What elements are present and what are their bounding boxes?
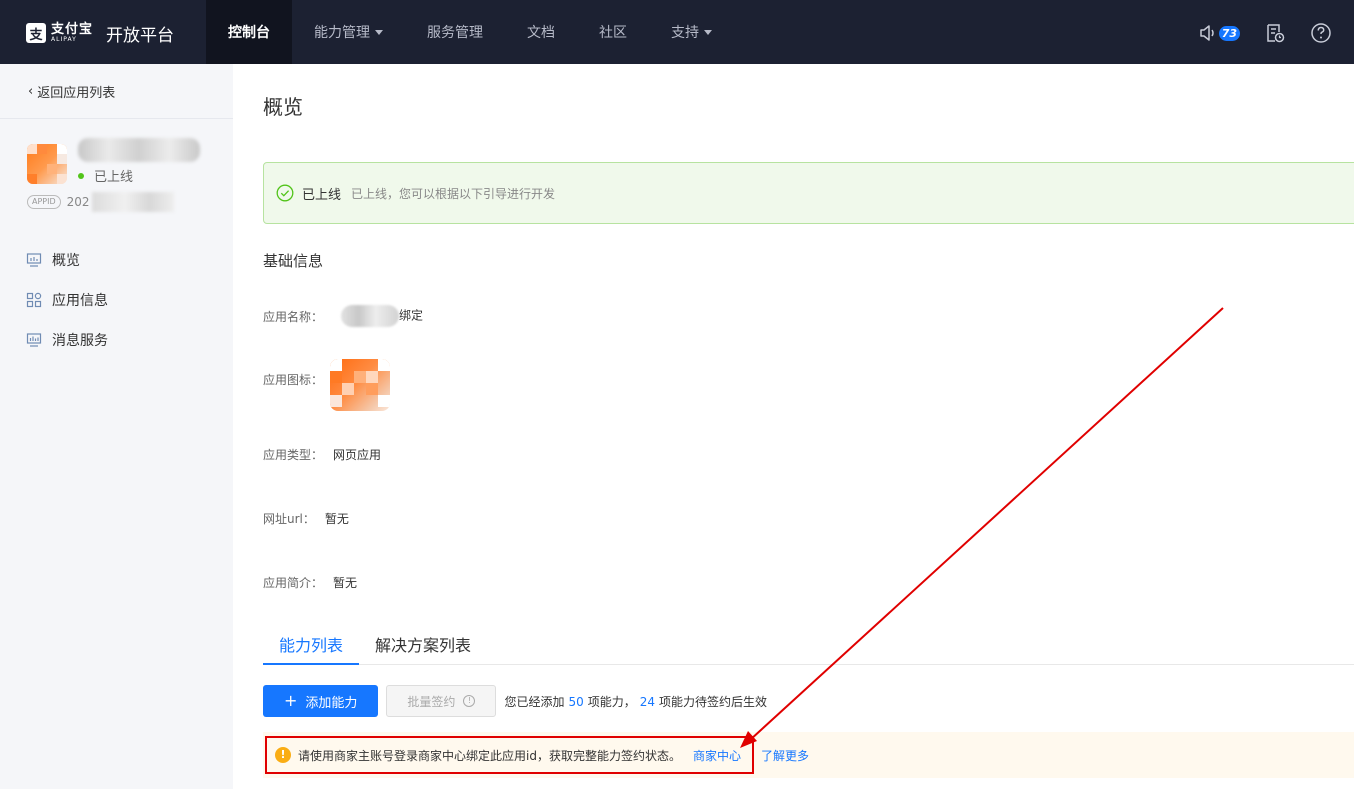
nav-service-management[interactable]: 服务管理 bbox=[405, 0, 505, 64]
notification-count-badge: 73 bbox=[1218, 25, 1240, 41]
sidebar-item-message-service[interactable]: 消息服务 bbox=[26, 320, 108, 360]
app-icon-image bbox=[330, 359, 390, 411]
info-row-url: 网址url： 暂无 bbox=[263, 510, 349, 527]
speaker-icon bbox=[1199, 25, 1214, 41]
appid-prefix: 202 bbox=[66, 195, 90, 209]
nav-community[interactable]: 社区 bbox=[577, 0, 649, 64]
sidebar-item-label: 应用信息 bbox=[52, 293, 108, 309]
app-name-suffix: 绑定 bbox=[399, 308, 424, 323]
app-type-value: 网页应用 bbox=[333, 448, 382, 462]
topbar-actions: 73 bbox=[1174, 18, 1332, 48]
logo-brand-en: ALIPAY bbox=[51, 36, 77, 43]
main-content: 概览 已上线 已上线，您可以根据以下引导进行开发 基础信息 应用名称： 绑定 应… bbox=[233, 64, 1354, 789]
app-name-redacted bbox=[78, 138, 200, 162]
status-alert: 已上线 已上线，您可以根据以下引导进行开发 bbox=[263, 162, 1354, 224]
warning-text: 请使用商家主账号登录商家中心绑定此应用id，获取完整能力签约状态。 bbox=[298, 748, 681, 763]
back-to-app-list-link[interactable]: ‹ 返回应用列表 bbox=[28, 82, 115, 101]
appid-row: APPID 202 bbox=[27, 192, 174, 212]
sidebar: ‹ 返回应用列表 已上线 APPID 202 概览 应用信息 消息服务 bbox=[0, 64, 233, 789]
main-nav: 控制台 能力管理 服务管理 文档 社区 支持 bbox=[206, 0, 734, 64]
top-navigation-bar: 支 支付宝 ALIPAY 开放平台 控制台 能力管理 服务管理 文档 社区 支持… bbox=[0, 0, 1354, 64]
tab-solution-list[interactable]: 解决方案列表 bbox=[359, 632, 487, 665]
alipay-logo[interactable]: 支 支付宝 ALIPAY 开放平台 bbox=[26, 20, 174, 46]
nav-console[interactable]: 控制台 bbox=[206, 0, 292, 64]
app-status: 已上线 bbox=[78, 166, 133, 185]
warning-icon: ! bbox=[275, 747, 291, 763]
back-link-label: 返回应用列表 bbox=[37, 86, 116, 101]
nav-support[interactable]: 支持 bbox=[649, 0, 734, 64]
intro-value: 暂无 bbox=[333, 576, 358, 590]
add-capability-button[interactable]: + 添加能力 bbox=[263, 685, 379, 717]
chevron-left-icon: ‹ bbox=[28, 84, 34, 99]
caret-down-icon bbox=[375, 29, 383, 35]
help-icon bbox=[1311, 23, 1331, 43]
learn-more-link[interactable]: 了解更多 bbox=[761, 747, 809, 764]
sidebar-menu: 概览 应用信息 消息服务 bbox=[26, 240, 108, 360]
info-row-intro: 应用简介： 暂无 bbox=[263, 574, 357, 591]
info-row-app-name: 应用名称： 绑定 bbox=[263, 305, 423, 327]
app-name-value-redacted bbox=[341, 305, 400, 327]
url-label: 网址url： bbox=[263, 512, 315, 526]
sidebar-item-label: 概览 bbox=[52, 253, 80, 269]
status-online-dot bbox=[78, 172, 84, 179]
batch-sign-button[interactable]: 批量签约 ! bbox=[386, 685, 497, 717]
merchant-warning-highlight: ! 请使用商家主账号登录商家中心绑定此应用id，获取完整能力签约状态。 商家中心 bbox=[265, 736, 754, 774]
check-circle-icon bbox=[276, 184, 294, 202]
nav-capability-management[interactable]: 能力管理 bbox=[292, 0, 405, 64]
document-clock-icon bbox=[1267, 24, 1285, 43]
message-monitor-icon bbox=[26, 333, 42, 347]
info-row-app-icon: 应用图标： bbox=[263, 371, 323, 388]
platform-title: 开放平台 bbox=[106, 25, 175, 46]
sidebar-item-label: 消息服务 bbox=[52, 333, 108, 349]
alipay-logo-icon: 支 bbox=[26, 23, 46, 43]
notification-button[interactable]: 73 bbox=[1198, 23, 1240, 43]
info-row-app-type: 应用类型： 网页应用 bbox=[263, 446, 381, 463]
capability-summary: 您已经添加 50 项能力， 24 项能力待签约后生效 bbox=[504, 694, 768, 709]
capability-toolbar: + 添加能力 批量签约 ! 您已经添加 50 项能力， 24 项能力待签约后生效 bbox=[263, 685, 767, 717]
app-icon-label: 应用图标： bbox=[263, 373, 324, 387]
nav-docs[interactable]: 文档 bbox=[505, 0, 577, 64]
app-status-label: 已上线 bbox=[94, 170, 134, 185]
appid-redacted bbox=[91, 192, 174, 212]
monitor-icon bbox=[26, 253, 42, 267]
appid-tag: APPID bbox=[27, 195, 61, 209]
sidebar-item-overview[interactable]: 概览 bbox=[26, 240, 108, 280]
caret-down-icon bbox=[704, 29, 712, 35]
status-alert-title: 已上线 bbox=[302, 187, 342, 203]
added-count: 50 bbox=[568, 694, 584, 709]
tab-capability-list[interactable]: 能力列表 bbox=[263, 632, 360, 665]
help-button[interactable] bbox=[1310, 22, 1332, 44]
merchant-center-link[interactable]: 商家中心 bbox=[693, 747, 741, 764]
page-title: 概览 bbox=[263, 95, 303, 119]
sidebar-divider bbox=[0, 118, 233, 119]
info-icon: ! bbox=[463, 695, 476, 707]
pending-count: 24 bbox=[639, 694, 656, 709]
logo-brand-cn: 支付宝 bbox=[51, 22, 94, 37]
task-records-button[interactable] bbox=[1264, 22, 1286, 44]
sidebar-item-app-info[interactable]: 应用信息 bbox=[26, 280, 108, 320]
grid-icon bbox=[26, 292, 42, 308]
app-avatar bbox=[27, 144, 67, 184]
capability-tabs: 能力列表 解决方案列表 bbox=[263, 632, 1354, 665]
url-value: 暂无 bbox=[324, 512, 349, 526]
intro-label: 应用简介： bbox=[263, 576, 324, 590]
status-alert-description: 已上线，您可以根据以下引导进行开发 bbox=[351, 186, 556, 201]
basic-info-title: 基础信息 bbox=[263, 252, 324, 270]
plus-icon: + bbox=[284, 691, 298, 710]
app-type-label: 应用类型： bbox=[263, 448, 324, 462]
app-name-label: 应用名称： bbox=[263, 309, 324, 324]
